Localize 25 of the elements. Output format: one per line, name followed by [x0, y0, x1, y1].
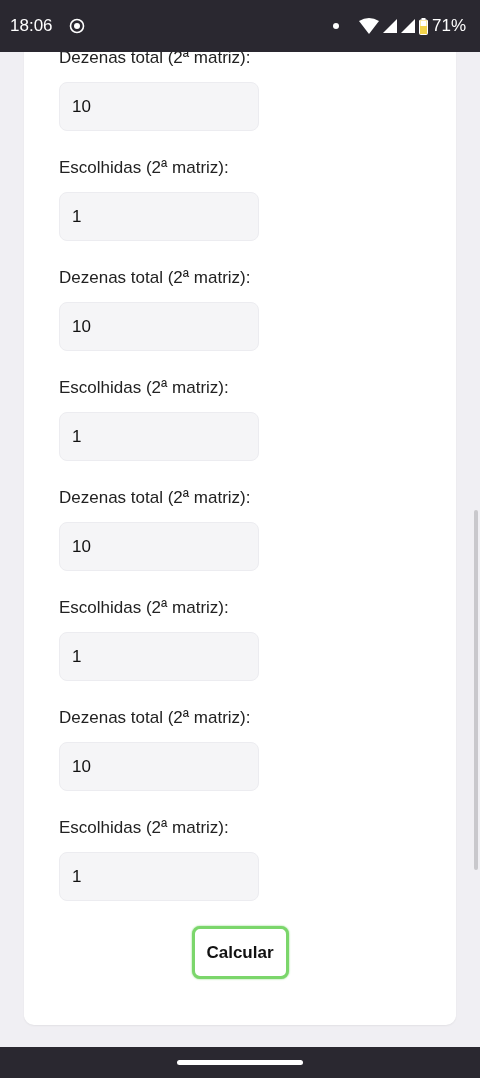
wifi-icon — [358, 18, 379, 34]
number-field[interactable]: 10 — [59, 742, 259, 791]
number-field[interactable]: 1 — [59, 632, 259, 681]
signal-icon — [382, 19, 397, 33]
signal-icon — [400, 19, 415, 33]
battery-percentage: 71% — [431, 15, 466, 38]
field-label: Escolhidas (2ª matriz): — [59, 597, 230, 619]
field-label: Escolhidas (2ª matriz): — [59, 817, 230, 839]
calculate-button[interactable]: Calcular — [191, 926, 289, 979]
status-time: 18:06 — [10, 15, 53, 38]
battery-icon — [418, 17, 428, 35]
number-field[interactable]: 10 — [59, 302, 259, 351]
number-field[interactable]: 1 — [59, 412, 259, 461]
number-field[interactable]: 1 — [59, 192, 259, 241]
field-label: Escolhidas (2ª matriz): — [59, 157, 230, 179]
field-label: Dezenas total (2ª matriz): — [59, 487, 252, 509]
number-field[interactable]: 10 — [59, 522, 259, 571]
field-label: Dezenas total (2ª matriz): — [59, 707, 252, 729]
home-indicator[interactable] — [177, 1060, 303, 1065]
number-field[interactable]: 10 — [59, 82, 259, 131]
field-label: Escolhidas (2ª matriz): — [59, 377, 230, 399]
field-label: Dezenas total (2ª matriz): — [59, 267, 252, 289]
number-field[interactable]: 1 — [59, 852, 259, 901]
notification-dot-icon — [332, 23, 339, 29]
record-icon — [68, 18, 85, 34]
